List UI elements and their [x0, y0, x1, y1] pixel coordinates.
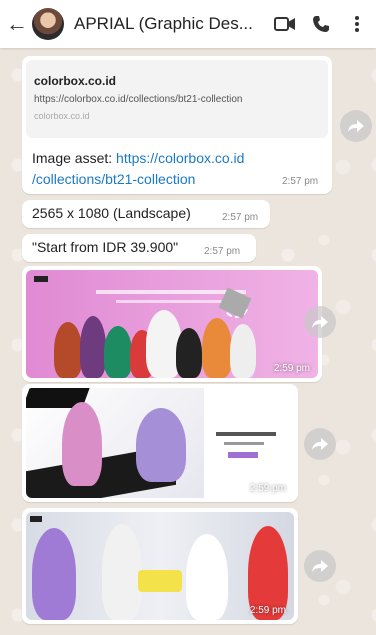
message-time: 2:57 pm	[204, 246, 241, 257]
image-time: 2:59 pm	[273, 363, 310, 374]
link-preview-card[interactable]: colorbox.co.id https://colorbox.co.id/co…	[26, 60, 328, 138]
link-preview-url: https://colorbox.co.id/collections/bt21-…	[34, 94, 243, 105]
image-thumbnail[interactable]: 2:59 pm	[26, 270, 318, 378]
forward-icon[interactable]	[304, 428, 336, 460]
more-vertical-icon[interactable]	[342, 9, 372, 39]
link-preview-site: colorbox.co.id	[34, 74, 117, 88]
image-thumbnail[interactable]: 2:59 pm	[26, 512, 294, 620]
link-preview-domain: colorbox.co.id	[34, 111, 90, 121]
message-prefix: Image asset:	[32, 150, 117, 166]
image-time: 2:59 pm	[249, 605, 286, 616]
image-thumbnail[interactable]: 2:59 pm	[26, 388, 294, 498]
forward-icon[interactable]	[304, 550, 336, 582]
forward-icon[interactable]	[340, 110, 372, 142]
chat-header: ← APRIAL (Graphic Des...	[0, 0, 376, 48]
message-time: 2:57 pm	[222, 212, 259, 223]
video-call-icon[interactable]	[270, 9, 300, 39]
message-text: "Start from IDR 39.900"	[32, 239, 179, 255]
message-text: Image asset: https://colorbox.co.id /col…	[32, 148, 282, 190]
image-time: 2:59 pm	[249, 483, 286, 494]
contact-name[interactable]: APRIAL (Graphic Des...	[74, 14, 264, 34]
forward-icon[interactable]	[304, 306, 336, 338]
message-time: 2:57 pm	[282, 176, 319, 187]
arrow-left-icon[interactable]: ←	[4, 11, 30, 37]
message-link-line2[interactable]: /collections/bt21-collection	[32, 171, 195, 187]
message-text: 2565 x 1080 (Landscape)	[32, 205, 191, 221]
message-link-line1[interactable]: https://colorbox.co.id	[116, 150, 244, 166]
avatar[interactable]	[32, 8, 64, 40]
phone-icon[interactable]	[306, 9, 336, 39]
